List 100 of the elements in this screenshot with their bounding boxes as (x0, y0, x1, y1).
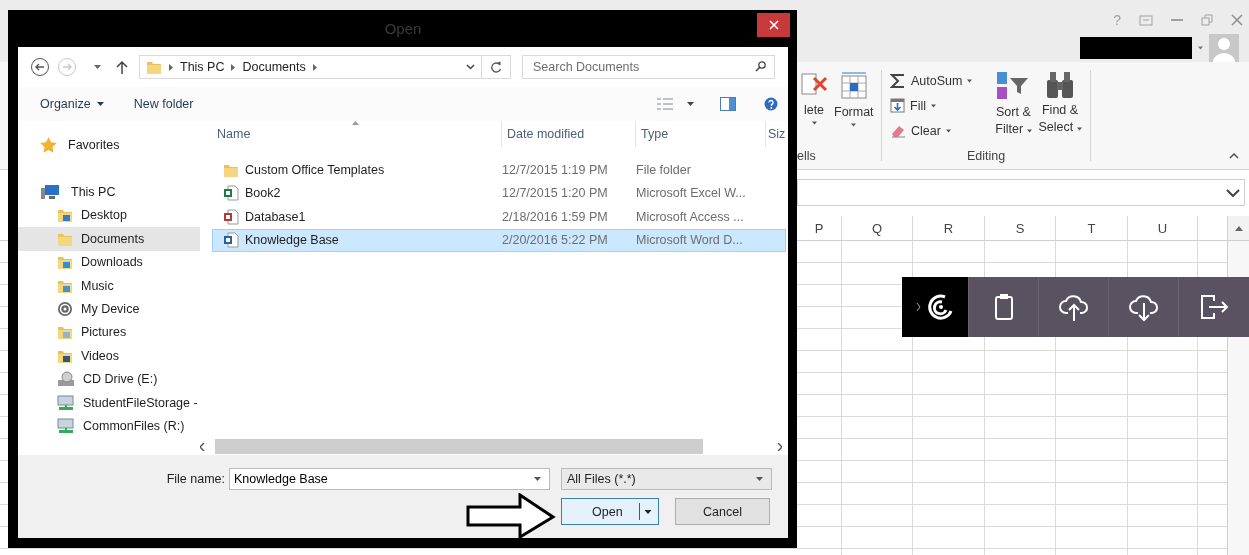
up-arrow-icon[interactable] (116, 60, 128, 74)
file-row[interactable]: Custom Office Templates 12/7/2015 1:19 PM File folder (212, 158, 786, 182)
file-type-dropdown[interactable]: All Files (*.*) (561, 468, 772, 490)
computer-icon (40, 184, 60, 201)
refresh-icon (490, 61, 502, 73)
column-header[interactable]: Type (636, 121, 766, 147)
back-icon[interactable] (30, 57, 50, 77)
spreadsheet-file-icon (223, 185, 239, 202)
ribbon-button[interactable]: Sort & Filter (991, 68, 1036, 140)
cancel-button[interactable]: Cancel (675, 498, 770, 525)
collapse-ribbon-icon[interactable] (1229, 153, 1239, 159)
nav-item[interactable]: CommonFiles (R:) (18, 414, 200, 438)
column-header[interactable]: Name (212, 121, 502, 147)
date-cell-text: 12/7/2015 1:19 PM (502, 162, 609, 177)
nav-item[interactable]: This PC (18, 180, 200, 204)
nav-item[interactable]: Downloads (18, 250, 200, 274)
close-icon (768, 20, 779, 30)
sum-icon (890, 72, 906, 89)
scroll-up-button[interactable] (1227, 216, 1249, 240)
expand-icon[interactable] (1226, 188, 1240, 197)
toolbar-button[interactable] (968, 277, 1038, 337)
file-row[interactable]: Database1 2/18/2016 1:59 PM Microsoft Access ... (212, 205, 786, 229)
column-header[interactable]: T (1056, 216, 1128, 240)
nav-item[interactable]: CD Drive (E:) (18, 367, 200, 391)
date-cell-text: 2/18/2016 1:59 PM (502, 209, 609, 224)
folder-icon (57, 254, 73, 271)
file-name-field[interactable]: Knowledge Base (229, 468, 550, 490)
column-header[interactable]: Siz (766, 121, 788, 147)
folder-icon (146, 59, 162, 75)
file-name: Custom Office Templates (245, 162, 385, 177)
ribbon-button[interactable]: Find & Select (1035, 68, 1085, 138)
open-button[interactable]: Open (561, 498, 659, 525)
chevron-icon (312, 63, 317, 71)
folder-icon (57, 324, 73, 341)
caret-icon (1198, 46, 1203, 50)
group-label: ells (797, 149, 817, 165)
column-header[interactable]: Date modified (502, 121, 636, 147)
refresh-button[interactable] (482, 55, 511, 79)
caret-icon (644, 509, 652, 514)
toolbar-button[interactable] (902, 277, 968, 337)
breadcrumb[interactable]: This PC (180, 60, 225, 74)
address-bar[interactable]: This PC Documents (139, 55, 482, 79)
search-field[interactable]: Search Documents (522, 55, 775, 79)
toolbar-button[interactable] (1108, 277, 1178, 337)
scrollbar-thumb[interactable] (215, 439, 703, 454)
nav-item[interactable]: My Device (18, 297, 200, 321)
search-icon (755, 61, 766, 72)
nav-item[interactable]: Pictures (18, 320, 200, 345)
type-cell-text: Microsoft Word D... (636, 233, 744, 248)
type-cell-text: File folder (636, 162, 692, 177)
close-button[interactable] (757, 13, 790, 37)
dropdown-icon[interactable] (466, 64, 475, 70)
column-header[interactable]: R (913, 216, 985, 240)
chevron-icon (915, 302, 921, 312)
ribbon-button[interactable]: Fill (888, 93, 986, 118)
network-drive-icon (57, 418, 75, 434)
file-name: Knowledge Base (245, 233, 339, 248)
star-icon (40, 136, 57, 153)
type-cell-text: Microsoft Excel W... (636, 186, 747, 201)
scroll-right-icon[interactable] (777, 442, 782, 451)
eraser-icon (890, 123, 906, 138)
preview-pane-icon[interactable] (720, 97, 736, 111)
nav-item[interactable]: StudentFileStorage - (18, 390, 200, 415)
ribbon-button[interactable]: lete (797, 68, 831, 127)
exit-icon (1200, 294, 1230, 320)
nav-item[interactable]: Music (18, 273, 200, 298)
sort-arrow-icon (352, 121, 359, 125)
chevron-icon (231, 63, 236, 71)
column-header[interactable]: S (985, 216, 1056, 240)
toolbar-button[interactable] (1178, 277, 1249, 337)
dialog-title: Open (384, 20, 422, 37)
close-icon[interactable] (1231, 14, 1243, 26)
help-icon[interactable] (764, 97, 778, 111)
caret-icon (930, 103, 936, 108)
file-row[interactable]: Knowledge Base 2/20/2016 5:22 PM Microsoft Word D... (212, 228, 786, 252)
swirl-icon (926, 293, 955, 321)
column-header[interactable]: U (1128, 216, 1198, 240)
network-drive-icon (57, 394, 75, 411)
column-header[interactable]: Q (842, 216, 913, 240)
ribbon-button[interactable]: Clear (888, 118, 986, 143)
new-folder-button[interactable]: New folder (131, 95, 196, 113)
ribbon-button[interactable]: Format (831, 68, 877, 129)
clipboard-icon (993, 293, 1014, 321)
nav-item[interactable]: Favorites (18, 133, 200, 157)
scroll-up-icon[interactable] (1234, 225, 1243, 231)
caret-icon (687, 102, 694, 106)
database-file-icon (223, 208, 239, 225)
toolbar-button[interactable] (1038, 277, 1108, 337)
folder-icon (57, 207, 73, 224)
ribbon-button[interactable]: AutoSum (888, 68, 986, 93)
nav-item[interactable]: Videos (18, 344, 200, 368)
organize-button[interactable]: Organize (38, 95, 106, 113)
scrollbar-track[interactable] (1227, 337, 1249, 555)
nav-item[interactable]: Documents (18, 227, 200, 251)
caret-icon (811, 121, 817, 125)
nav-item[interactable]: Desktop (18, 203, 200, 228)
breadcrumb[interactable]: Documents (242, 60, 306, 74)
scroll-left-icon[interactable] (200, 442, 205, 451)
caret-icon (1076, 127, 1082, 131)
file-row[interactable]: Book2 12/7/2015 1:20 PM Microsoft Excel W... (212, 181, 786, 205)
